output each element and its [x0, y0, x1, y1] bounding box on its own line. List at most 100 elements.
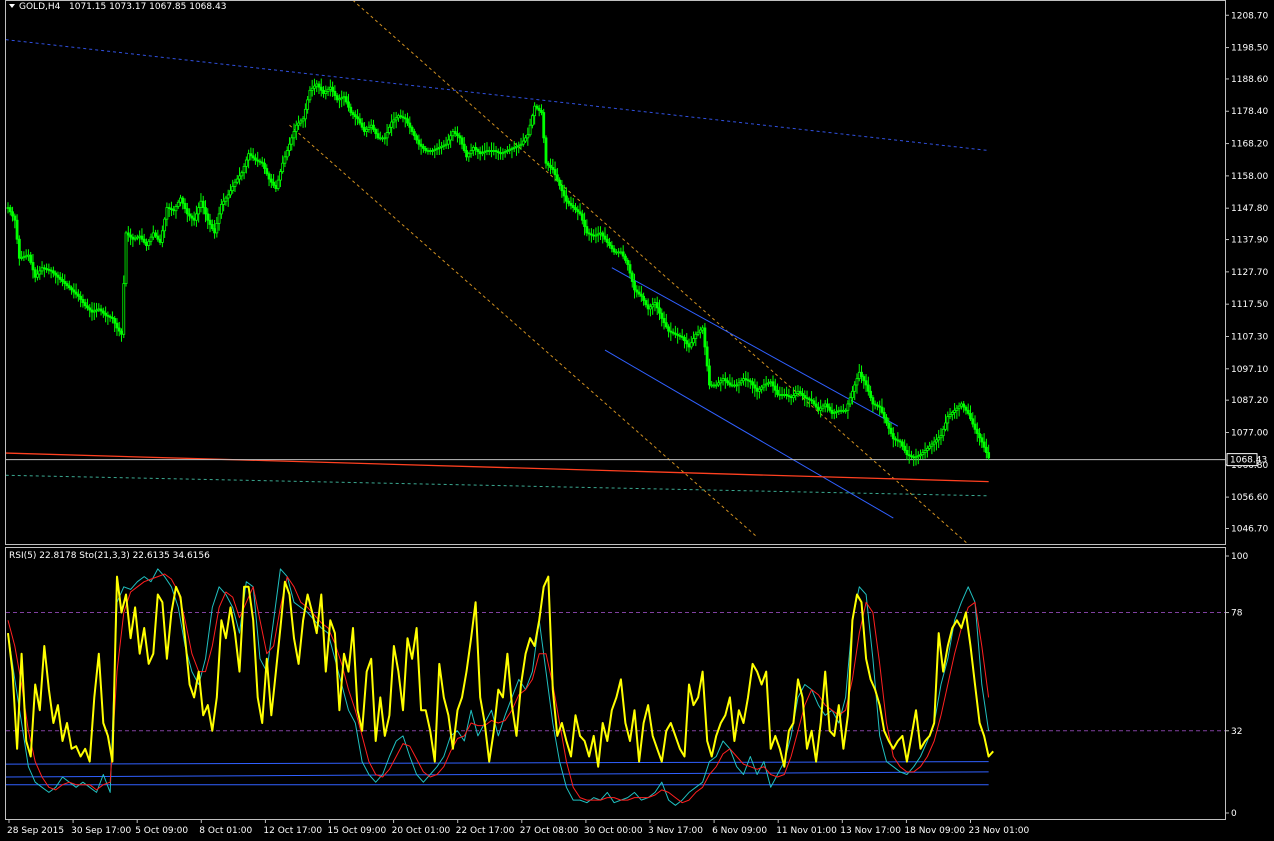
candle-body [72, 289, 76, 293]
candle-body [117, 327, 121, 332]
candle-body [603, 235, 607, 240]
candle-body [685, 340, 689, 345]
candle-body [192, 217, 196, 221]
candle-body [914, 456, 918, 459]
candle-body [213, 228, 216, 234]
candle-body [694, 333, 698, 339]
candle-body [263, 162, 266, 169]
candle-body [891, 433, 895, 440]
candle-body [362, 126, 366, 132]
candle-body [796, 390, 800, 394]
candle-body [449, 135, 453, 141]
candle-body [267, 173, 271, 180]
candle-body [635, 289, 639, 293]
candle-body [735, 384, 739, 387]
candle-body [265, 168, 269, 175]
candle-body [281, 162, 285, 173]
candle-body [762, 384, 766, 388]
price-tick-label: 1137.90 [1231, 236, 1268, 246]
candle-body [385, 132, 389, 139]
candle-body [969, 413, 972, 420]
candle-body [481, 152, 484, 155]
candle-body [465, 150, 468, 158]
candle-body [190, 215, 194, 219]
candle-body [721, 378, 725, 382]
candle-body [206, 213, 210, 221]
candle-body [8, 207, 12, 213]
candle-body [923, 450, 927, 453]
candle-body [614, 251, 618, 254]
time-tick-label: 30 Sep 17:00 [71, 826, 131, 836]
candle-body [683, 337, 686, 342]
chart-header: GOLD,H4 1071.15 1073.17 1067.85 1068.43 [9, 2, 226, 12]
candle-body [61, 278, 64, 282]
candle-body [535, 105, 539, 109]
candle-body [624, 255, 627, 261]
chart-window[interactable]: 1208.70 1198.50 1188.60 1178.40 1168.20 1158.… [0, 0, 1274, 837]
candle-body [866, 384, 870, 392]
chart-canvas[interactable]: 1208.70 1198.50 1188.60 1178.40 1168.20 1158.… [0, 0, 1274, 837]
candle-body [256, 159, 260, 162]
candle-body [188, 213, 192, 217]
candle-body [383, 137, 387, 140]
candle-body [601, 232, 605, 237]
candle-body [97, 308, 101, 311]
candle-body [510, 148, 514, 150]
candle-body [381, 137, 384, 140]
candle-body [571, 205, 575, 208]
candle-body [957, 405, 961, 409]
candle-body [342, 96, 346, 99]
candle-body [971, 418, 975, 425]
candle-body [567, 200, 571, 204]
dotted-channel-lower [289, 124, 758, 538]
candle-body [803, 395, 807, 399]
candle-body [760, 386, 764, 390]
candle-body [440, 145, 443, 148]
candle-body [521, 140, 525, 145]
candle-body [138, 235, 142, 238]
candle-body [540, 110, 543, 113]
candle-body [773, 385, 777, 391]
candle-body [737, 382, 741, 386]
candle-body [478, 151, 482, 155]
candle-body [290, 137, 294, 145]
candle-body [630, 272, 634, 282]
candle-body [676, 333, 680, 336]
candle-body [798, 390, 802, 394]
candle-body [703, 327, 707, 348]
candle-body [140, 235, 144, 240]
candle-body [496, 151, 500, 154]
candle-body [124, 232, 128, 284]
candle-body [319, 86, 323, 91]
candle-body [126, 232, 130, 236]
candle-body [778, 394, 782, 396]
candle-body [369, 124, 373, 128]
candle-body [664, 322, 668, 328]
candle-body [649, 306, 652, 310]
candle-body [855, 378, 859, 386]
candle-body [644, 300, 648, 306]
candle-body [823, 403, 827, 407]
time-tick-label: 8 Oct 01:00 [199, 826, 252, 836]
candle-body [851, 390, 854, 399]
candle-body [973, 423, 977, 430]
candle-body [222, 200, 226, 205]
support-line [6, 452, 989, 483]
candle-body [308, 89, 312, 101]
symbol-timeframe-label: GOLD,H4 [19, 2, 61, 12]
candle-body [646, 304, 650, 310]
candle-body [29, 254, 33, 263]
candle-body [698, 329, 702, 333]
candle-body [244, 159, 248, 167]
candle-body [11, 211, 14, 217]
candle-body [960, 403, 963, 407]
candle-body [864, 380, 868, 386]
candle-body [767, 382, 770, 385]
dropdown-triangle-icon[interactable] [9, 4, 15, 8]
candle-body [54, 272, 58, 276]
candle-body [667, 326, 670, 332]
candle-body [387, 126, 391, 133]
candle-body [964, 406, 968, 411]
candle-body [730, 384, 734, 387]
candle-body [195, 213, 198, 221]
